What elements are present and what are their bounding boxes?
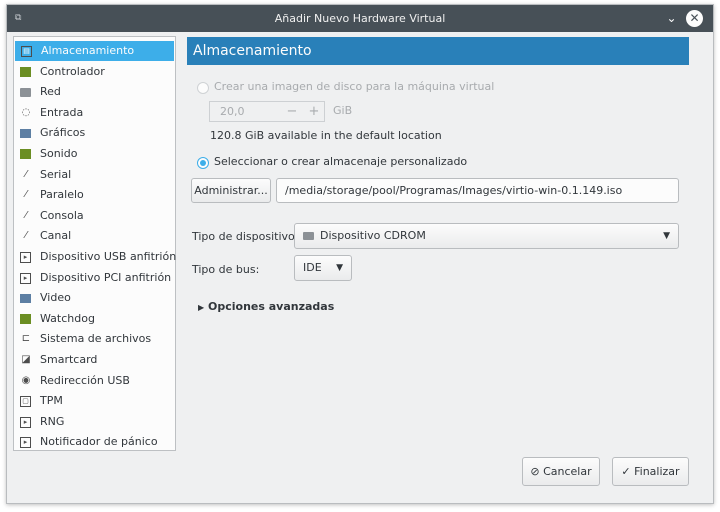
sidebar-item[interactable]: ▸ Dispositivo PCI anfitrión: [14, 268, 175, 288]
create-disk-image-label: Crear una imagen de disco para la máquin…: [214, 80, 495, 93]
sidebar-item[interactable]: ⁄ Paralelo: [14, 185, 175, 205]
sidebar-item-label: Almacenamiento: [41, 44, 135, 57]
sidebar-item[interactable]: ▢ TPM: [14, 391, 175, 411]
sidebar-item-label: Entrada: [40, 105, 84, 119]
sidebar-item-label: Sonido: [40, 147, 78, 160]
page-title: Almacenamiento: [187, 37, 689, 65]
sidebar-item-label: Notificador de pánico: [40, 435, 158, 449]
finish-button-label: Finalizar: [634, 465, 680, 478]
bus-type-label: Tipo de bus:: [192, 263, 260, 276]
panic-notifier-icon: ▸: [20, 437, 31, 449]
controller-icon: ▦: [20, 66, 31, 77]
pci-host-icon: ▸: [20, 272, 31, 284]
close-icon[interactable]: ✕: [686, 10, 703, 27]
create-disk-image-radio[interactable]: [197, 82, 209, 94]
sidebar-item-label: Video: [40, 291, 71, 305]
disk-size-value: 20,0: [220, 105, 245, 118]
sidebar-item[interactable]: ⁄ Canal: [14, 226, 175, 246]
sidebar-item[interactable]: ▦ Watchdog: [14, 309, 175, 329]
smartcard-icon: ◪: [21, 354, 31, 365]
sidebar-item-label: Canal: [40, 229, 72, 243]
console-icon: ⁄: [25, 209, 27, 221]
serial-icon: ⁄: [25, 168, 27, 180]
parallel-icon: ⁄: [25, 189, 27, 201]
cancel-button[interactable]: ⊘ Cancelar: [522, 457, 600, 486]
cancel-button-label: Cancelar: [543, 465, 592, 478]
sidebar-item[interactable]: ⁄ Serial: [14, 165, 175, 185]
manage-button[interactable]: Administrar...: [191, 178, 271, 203]
folder-icon: ⊏: [21, 333, 31, 345]
disk-size-unit: GiB: [333, 104, 353, 117]
sidebar-item-label: Redirección USB: [40, 373, 130, 387]
sidebar-item-label: Controlador: [40, 64, 105, 78]
cdrom-icon: [303, 232, 314, 240]
cancel-icon: ⊘: [530, 465, 540, 478]
rng-icon: ▸: [20, 416, 31, 428]
usb-host-icon: ▸: [20, 252, 31, 263]
sidebar-item[interactable]: ▬ Gráficos: [14, 123, 175, 143]
sidebar-item-label: Dispositivo PCI anfitrión: [40, 270, 172, 284]
sidebar-item-label: Watchdog: [40, 311, 95, 325]
sidebar-item[interactable]: ◪ Smartcard: [14, 350, 175, 370]
sidebar-item-label: Consola: [40, 208, 84, 222]
custom-storage-radio[interactable]: [197, 157, 209, 169]
tpm-icon: ▢: [20, 396, 31, 408]
sidebar-item[interactable]: ▸ Dispositivo USB anfitrión: [14, 247, 177, 267]
plus-icon[interactable]: +: [304, 102, 324, 121]
device-type-label: Tipo de dispositivo:: [192, 230, 299, 243]
chevron-down-icon[interactable]: ⌄: [663, 10, 680, 27]
sidebar-item-label: Sistema de archivos: [40, 332, 152, 346]
sidebar-item[interactable]: ▸ RNG: [14, 412, 175, 432]
titlebar: ⧉ Añadir Nuevo Hardware Virtual ⌄ ✕: [7, 5, 713, 32]
sidebar-item[interactable]: ⊏ Sistema de archivos: [14, 329, 175, 349]
sidebar-item[interactable]: ⁄ Consola: [14, 206, 175, 226]
chevron-down-icon: ▼: [336, 263, 343, 273]
disk-size-stepper[interactable]: 20,0 − +: [209, 101, 325, 122]
advanced-options-label: Opciones avanzadas: [208, 300, 335, 313]
sidebar-item-label: Smartcard: [40, 353, 98, 366]
sidebar-item-label: Red: [40, 85, 61, 99]
sidebar-item-label: Paralelo: [40, 188, 84, 202]
device-type-value: Dispositivo CDROM: [320, 229, 426, 242]
custom-storage-label: Seleccionar o crear almacenaje personali…: [214, 155, 468, 168]
hardware-type-list: ▤ Almacenamiento ▦ Controlador ▬ Red ◌ Entrada ▬…: [13, 36, 176, 451]
device-type-select[interactable]: Dispositivo CDROM ▼: [294, 223, 679, 249]
mouse-icon: ◌: [21, 106, 31, 118]
sidebar-item-label: Dispositivo USB anfitrión: [40, 250, 177, 263]
available-space-text: 120.8 GiB available in the default locat…: [210, 129, 442, 142]
sidebar-item-label: RNG: [40, 414, 65, 428]
bus-type-value: IDE: [303, 261, 322, 274]
sidebar-item[interactable]: ▬ Video: [14, 288, 175, 308]
storage-icon: ▤: [21, 46, 32, 57]
expander-arrow-icon: ▶: [198, 303, 205, 312]
finish-button[interactable]: ✓ Finalizar: [612, 457, 689, 486]
sound-icon: ▬: [20, 149, 31, 159]
sidebar-item[interactable]: ▤ Almacenamiento: [15, 41, 174, 61]
advanced-options-expander[interactable]: ▶ Opciones avanzadas: [198, 300, 334, 313]
channel-icon: ⁄: [25, 230, 27, 242]
display-icon: ▬: [20, 129, 31, 139]
sidebar-item-label: TPM: [40, 394, 63, 408]
video-icon: ▬: [20, 294, 31, 304]
sidebar-item[interactable]: ▬ Sonido: [14, 144, 175, 164]
watchdog-icon: ▦: [20, 313, 31, 324]
checkmark-icon: ✓: [621, 465, 631, 478]
usb-redirect-icon: ◉: [21, 374, 31, 386]
sidebar-item[interactable]: ▸ Notificador de pánico: [14, 432, 175, 452]
chevron-down-icon: ▼: [663, 231, 670, 241]
network-icon: ▬: [20, 88, 31, 98]
minus-icon[interactable]: −: [282, 102, 302, 121]
storage-path-input[interactable]: /media/storage/pool/Programas/Images/vir…: [276, 178, 679, 203]
sidebar-item-label: Gráficos: [40, 126, 86, 140]
sidebar-item[interactable]: ▦ Controlador: [14, 62, 175, 82]
sidebar-item-label: Serial: [40, 167, 72, 181]
bus-type-select[interactable]: IDE ▼: [294, 255, 352, 281]
window-title: Añadir Nuevo Hardware Virtual: [274, 12, 446, 25]
sidebar-item[interactable]: ▬ Red: [14, 82, 175, 102]
sidebar-item[interactable]: ◉ Redirección USB: [14, 371, 175, 391]
sidebar-item[interactable]: ◌ Entrada: [14, 103, 175, 123]
